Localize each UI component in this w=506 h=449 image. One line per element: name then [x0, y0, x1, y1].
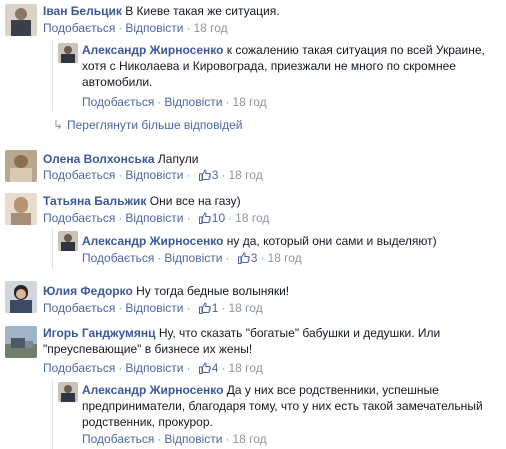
comment-text: ну да, который они сами и выделяют) — [226, 234, 437, 248]
thumbs-up-icon — [198, 362, 211, 378]
like-count[interactable]: 4 — [212, 361, 219, 375]
comment: Татьяна Бальжик Они все на газу) — [43, 193, 498, 209]
reply-rail — [52, 380, 53, 449]
timestamp[interactable]: 18 год — [232, 432, 266, 446]
comment-actions: Подобається · Відповісти · 3 · 18 год — [43, 167, 263, 185]
author-name[interactable]: Олена Волхонська — [43, 152, 155, 166]
reply-rail — [52, 42, 53, 110]
timestamp[interactable]: 18 год — [228, 168, 262, 182]
avatar[interactable] — [5, 326, 37, 358]
comment: Александр Жирносенко ну да, который они … — [82, 233, 500, 249]
comment: Юлия Федорко Ну тогда бедные волыняки! — [43, 283, 498, 299]
reply-button[interactable]: Відповісти — [164, 251, 222, 265]
comment-actions: Подобається · Відповісти · 18 год — [82, 432, 267, 446]
avatar[interactable] — [58, 231, 78, 251]
author-name[interactable]: Александр Жирносенко — [82, 43, 223, 57]
like-count[interactable]: 3 — [251, 251, 258, 265]
like-button[interactable]: Подобається — [43, 361, 115, 375]
comment: Іван Бельцик В Киеве такая же ситуация. — [43, 3, 498, 19]
timestamp[interactable]: 18 год — [228, 361, 262, 375]
comment-actions: Подобається · Відповісти · 18 год — [43, 21, 228, 35]
like-count[interactable]: 1 — [212, 301, 219, 315]
avatar[interactable] — [58, 43, 78, 63]
comment: Александр Жирносенко к сожалению такая с… — [82, 42, 500, 90]
reply-button[interactable]: Відповісти — [164, 432, 222, 446]
thumbs-up-icon — [198, 302, 211, 318]
author-name[interactable]: Іван Бельцик — [43, 4, 122, 18]
reply-button[interactable]: Відповісти — [164, 95, 222, 109]
reply-button[interactable]: Відповісти — [125, 211, 183, 225]
like-button[interactable]: Подобається — [43, 301, 115, 315]
reply-button[interactable]: Відповісти — [125, 168, 183, 182]
avatar[interactable] — [5, 281, 37, 313]
like-button[interactable]: Подобається — [43, 211, 115, 225]
thumbs-up-icon — [198, 212, 211, 228]
comment-actions: Подобається · Відповісти · 18 год — [82, 95, 267, 109]
comment-text: В Киеве такая же ситуация. — [125, 4, 280, 18]
like-count[interactable]: 10 — [212, 211, 225, 225]
avatar[interactable] — [5, 193, 37, 225]
timestamp[interactable]: 18 год — [228, 301, 262, 315]
reply-rail — [52, 229, 53, 269]
timestamp[interactable]: 18 год — [267, 251, 301, 265]
like-button[interactable]: Подобається — [82, 432, 154, 446]
timestamp[interactable]: 18 год — [193, 21, 227, 35]
comment-thread: Іван Бельцик В Киеве такая же ситуация. … — [0, 0, 506, 449]
reply-arrow-icon: ↳ — [53, 118, 64, 132]
timestamp[interactable]: 18 год — [232, 95, 266, 109]
reply-button[interactable]: Відповісти — [125, 21, 183, 35]
comment: Игорь Ганджумянц Ну, что сказать "богаты… — [43, 325, 498, 357]
reply-button[interactable]: Відповісти — [125, 301, 183, 315]
like-count[interactable]: 3 — [212, 168, 219, 182]
comment: Александр Жирносенко Да у них все родств… — [82, 382, 500, 430]
comment-text: Они все на газу) — [149, 194, 241, 208]
avatar[interactable] — [58, 382, 78, 402]
more-replies-label: Переглянути більше відповідей — [67, 118, 243, 132]
author-name[interactable]: Игорь Ганджумянц — [43, 326, 156, 340]
author-name[interactable]: Александр Жирносенко — [82, 383, 223, 397]
author-name[interactable]: Юлия Федорко — [43, 284, 133, 298]
comment-actions: Подобається · Відповісти · 4 · 18 год — [43, 360, 263, 378]
thumbs-up-icon — [237, 252, 250, 268]
comment-actions: Подобається · Відповісти · 1 · 18 год — [43, 300, 263, 318]
author-name[interactable]: Татьяна Бальжик — [43, 194, 146, 208]
comment-actions: Подобається · Відповісти · 3 · 18 год — [82, 250, 302, 268]
more-replies-link[interactable]: ↳ Переглянути більше відповідей — [53, 117, 242, 133]
reply-button[interactable]: Відповісти — [125, 361, 183, 375]
comment-actions: Подобається · Відповісти · 10 · 18 год — [43, 210, 269, 228]
comment-text: Лапули — [157, 152, 199, 166]
like-button[interactable]: Подобається — [43, 168, 115, 182]
like-button[interactable]: Подобається — [82, 251, 154, 265]
avatar[interactable] — [5, 4, 37, 36]
like-button[interactable]: Подобається — [43, 21, 115, 35]
like-button[interactable]: Подобається — [82, 95, 154, 109]
avatar[interactable] — [5, 150, 37, 182]
timestamp[interactable]: 18 год — [235, 211, 269, 225]
comment-text: Ну тогда бедные волыняки! — [136, 284, 290, 298]
comment: Олена Волхонська Лапули — [43, 151, 498, 167]
thumbs-up-icon — [198, 169, 211, 185]
author-name[interactable]: Александр Жирносенко — [82, 234, 223, 248]
